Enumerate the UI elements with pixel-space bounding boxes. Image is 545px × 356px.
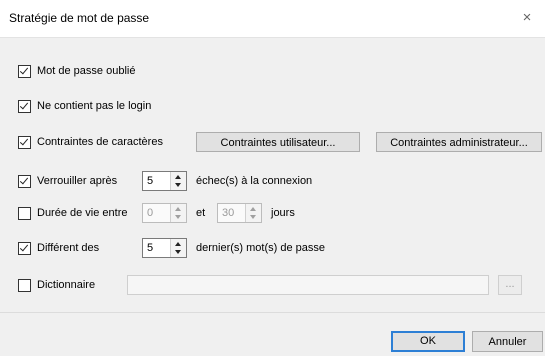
cancel-button[interactable]: Annuler (472, 331, 543, 352)
different-spin-arrows[interactable] (170, 239, 186, 257)
lifetime-min-stepper[interactable]: 0 (142, 203, 187, 223)
option-different[interactable]: Différent des (18, 239, 99, 257)
lifetime-max-spin-arrows[interactable] (245, 204, 261, 222)
option-forgot-password[interactable]: Mot de passe oublié (18, 62, 135, 80)
option-dictionary[interactable]: Dictionnaire (18, 276, 95, 294)
lifetime-and-label: et (196, 207, 206, 219)
lifetime-max-value: 30 (222, 207, 235, 219)
different-suffix: dernier(s) mot(s) de passe (196, 242, 325, 254)
different-checkbox[interactable] (18, 241, 31, 255)
no-login-label: Ne contient pas le login (37, 100, 152, 112)
lock-after-spin-arrows[interactable] (170, 172, 186, 190)
char-constraints-label: Contraintes de caractères (37, 136, 163, 148)
close-icon[interactable]: × (517, 8, 537, 28)
lock-after-label: Verrouiller après (37, 175, 118, 187)
user-constraints-button[interactable]: Contraintes utilisateur... (196, 132, 360, 152)
dictionary-checkbox[interactable] (18, 278, 31, 292)
spin-up-icon[interactable] (175, 207, 181, 211)
dictionary-browse-button[interactable]: ... (498, 275, 522, 295)
lock-after-checkbox[interactable] (18, 174, 31, 188)
spin-down-icon[interactable] (175, 183, 181, 187)
ok-button[interactable]: OK (391, 331, 465, 352)
no-login-checkbox[interactable] (18, 99, 31, 113)
title-bar: Stratégie de mot de passe × (0, 0, 545, 38)
different-label: Différent des (37, 242, 100, 254)
char-constraints-checkbox[interactable] (18, 135, 31, 149)
lock-after-suffix: échec(s) à la connexion (196, 175, 313, 187)
lock-after-value: 5 (147, 175, 154, 187)
lifetime-max-stepper[interactable]: 30 (217, 203, 262, 223)
lifetime-min-value: 0 (147, 207, 154, 219)
spin-down-icon[interactable] (175, 250, 181, 254)
option-char-constraints[interactable]: Contraintes de caractères (18, 133, 163, 151)
spin-down-icon[interactable] (250, 215, 256, 219)
lock-after-stepper[interactable]: 5 (142, 171, 187, 191)
dictionary-path-input[interactable] (127, 275, 489, 295)
lifetime-label: Durée de vie entre (37, 207, 128, 219)
different-value: 5 (147, 242, 154, 254)
option-no-login[interactable]: Ne contient pas le login (18, 97, 151, 115)
lifetime-min-spin-arrows[interactable] (170, 204, 186, 222)
dictionary-label: Dictionnaire (37, 279, 96, 291)
window-title: Stratégie de mot de passe (9, 11, 150, 25)
option-lifetime[interactable]: Durée de vie entre (18, 204, 128, 222)
lifetime-days-label: jours (271, 207, 295, 219)
option-lock-after[interactable]: Verrouiller après (18, 172, 117, 190)
different-stepper[interactable]: 5 (142, 238, 187, 258)
spin-up-icon[interactable] (175, 175, 181, 179)
lifetime-checkbox[interactable] (18, 206, 31, 220)
spin-up-icon[interactable] (175, 242, 181, 246)
admin-constraints-button[interactable]: Contraintes administrateur... (376, 132, 542, 152)
spin-down-icon[interactable] (175, 215, 181, 219)
forgot-password-checkbox[interactable] (18, 64, 31, 78)
spin-up-icon[interactable] (250, 207, 256, 211)
forgot-password-label: Mot de passe oublié (37, 65, 136, 77)
